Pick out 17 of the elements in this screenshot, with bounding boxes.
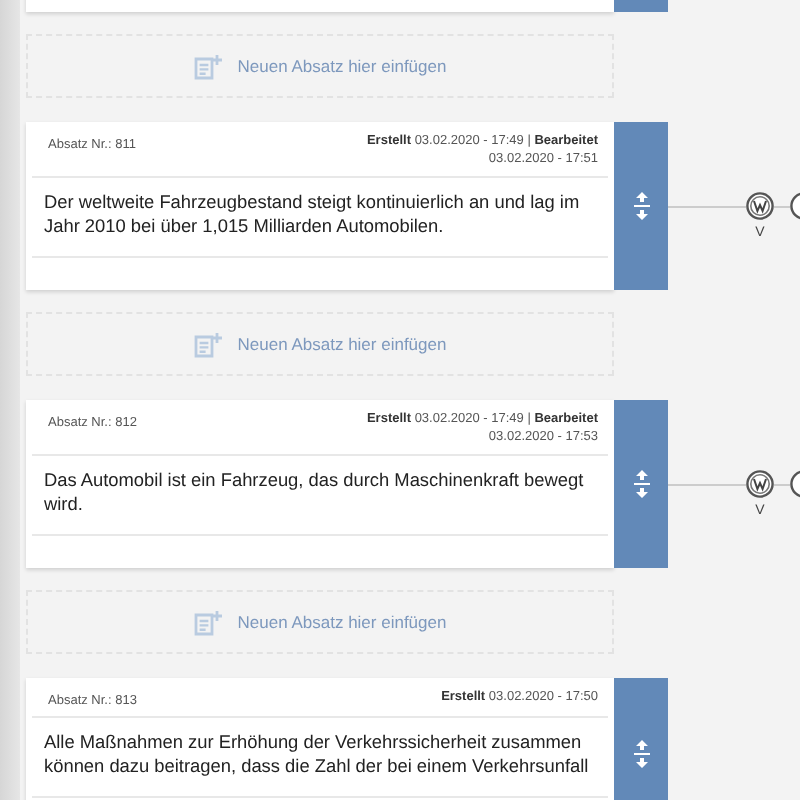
insert-paragraph-button[interactable]: Neuen Absatz hier einfügen	[26, 312, 614, 376]
add-note-icon	[193, 609, 222, 635]
paragraph-text: Das Automobil ist ein Fahrzeug, das durch Maschinenkraft bewegt wird.	[44, 468, 586, 516]
add-note-icon	[193, 331, 222, 357]
emblem-icon	[746, 192, 774, 220]
move-vertical-icon	[631, 190, 651, 222]
paragraph-text: Der weltweite Fahrzeugbestand steigt kontinuierlich an und lag im Jahr 2010 bei über 1,015 Milliarden Automobilen.	[44, 190, 582, 238]
emblem-icon	[746, 470, 774, 498]
add-note-icon	[193, 53, 222, 79]
paragraph-text: Alle Maßnahmen zur Erhöhung der Verkehrssicherheit zusammen können dazu beitragen, dass die Zahl der bei einem Verkehrsunfall	[44, 730, 591, 778]
insert-paragraph-button[interactable]: Neuen Absatz hier einfügen	[26, 34, 614, 98]
drag-handle[interactable]	[614, 678, 668, 800]
move-vertical-icon	[631, 738, 651, 770]
drag-handle[interactable]	[614, 122, 668, 290]
move-vertical-icon	[631, 468, 651, 500]
insert-paragraph-button[interactable]: Neuen Absatz hier einfügen	[26, 590, 614, 654]
drag-handle[interactable]	[614, 400, 668, 568]
